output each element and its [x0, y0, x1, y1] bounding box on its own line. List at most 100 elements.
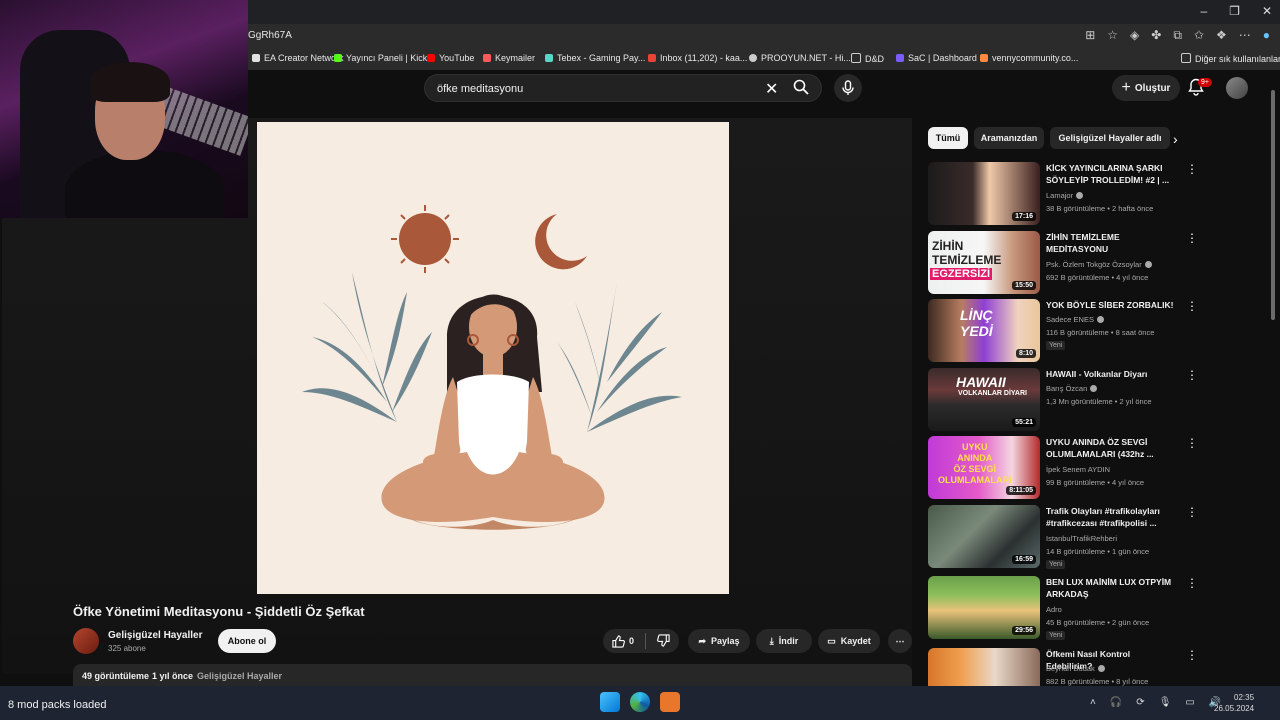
collections-icon[interactable]: ❖ — [1216, 28, 1227, 43]
dislike-button[interactable] — [657, 633, 670, 649]
more-vert-icon[interactable]: ⋮ — [1186, 231, 1198, 245]
rec-thumbnail[interactable]: UYKU ANINDA ÖZ SEVGİ OLUMLAMALARI 8:11:05 — [928, 436, 1040, 499]
more-vert-icon[interactable]: ⋮ — [1186, 299, 1198, 313]
address-text[interactable]: GgRh67A — [248, 30, 292, 41]
more-vert-icon[interactable]: ⋮ — [1186, 162, 1198, 176]
clock[interactable]: 02:35 26.05.2024 — [1214, 692, 1254, 714]
list-item[interactable]: LİNÇ YEDİ 8:10 YOK BÖYLE SİBER ZORBALIK! … — [928, 299, 1268, 363]
rec-title[interactable]: ZİHİN TEMİZLEME MEDİTASYONU — [1046, 231, 1178, 255]
share-button[interactable]: ➦ Paylaş — [688, 629, 750, 653]
bookmark-item[interactable]: Keymailer — [483, 53, 535, 63]
folder-icon — [1181, 53, 1191, 63]
more-icon[interactable]: ⋯ — [1239, 28, 1251, 43]
bookmark-item[interactable]: Yayıncı Paneli | Kick — [334, 53, 427, 63]
chevron-right-icon[interactable]: › — [1173, 131, 1178, 147]
bookmark-label: Keymailer — [495, 53, 536, 63]
rec-title[interactable]: BEN LUX MAİNİM LUX OTPYİM ARKADAŞ — [1046, 576, 1178, 600]
channel-avatar[interactable] — [73, 628, 99, 654]
list-item[interactable]: 16:59 Trafik Olayları #trafikolayları #t… — [928, 505, 1268, 569]
close-icon[interactable]: ✕ — [1262, 4, 1272, 18]
rec-title[interactable]: KİCK YAYINCILARINA ŞARKI SÖYLEYİP TROLLE… — [1046, 162, 1178, 186]
chip-from-search[interactable]: Aramanızdan — [974, 127, 1044, 149]
create-button[interactable]: + Oluştur — [1112, 75, 1180, 101]
search-box[interactable]: ✕ — [424, 74, 822, 102]
rec-thumbnail[interactable]: 29:56 — [928, 576, 1040, 639]
star-icon[interactable]: ☆ — [1107, 28, 1118, 43]
app-icon[interactable]: ⊞ — [1085, 28, 1095, 43]
like-button[interactable]: 0 — [612, 634, 634, 648]
chevron-up-icon[interactable]: ˄ — [1090, 697, 1096, 708]
bookmark-item[interactable]: vennycommunity.co... — [980, 53, 1078, 63]
bookmark-item[interactable]: PROOYUN.NET - Hi... — [749, 53, 851, 63]
save-button[interactable]: ▭ Kaydet — [818, 629, 880, 653]
more-vert-icon[interactable]: ⋮ — [1186, 576, 1198, 590]
rec-thumbnail[interactable]: ZİHİN TEMİZLEME EGZERSİZİ 15:50 — [928, 231, 1040, 294]
more-vert-icon[interactable]: ⋮ — [1186, 368, 1198, 382]
scrollbar[interactable] — [1271, 90, 1275, 320]
subscribe-button[interactable]: Abone ol — [218, 629, 276, 653]
search-input[interactable] — [435, 82, 739, 96]
windows-start-icon[interactable] — [600, 692, 620, 712]
edge-icon[interactable] — [630, 692, 650, 712]
app-icon[interactable] — [660, 692, 680, 712]
bookmark-item[interactable]: SaC | Dashboard — [896, 53, 977, 63]
bookmark-item[interactable]: YouTube — [427, 53, 474, 63]
more-vert-icon[interactable]: ⋮ — [1186, 505, 1198, 519]
extension-icon[interactable]: ◈ — [1130, 28, 1139, 43]
copilot-icon[interactable]: ● — [1263, 28, 1270, 43]
rec-title[interactable]: YOK BÖYLE SİBER ZORBALIK! — [1046, 299, 1178, 311]
clear-icon[interactable]: ✕ — [765, 79, 778, 99]
network-icon[interactable]: ▭ — [1185, 697, 1194, 708]
bookmark-item[interactable]: Tebex - Gaming Pay... — [545, 53, 645, 63]
mic-tray-icon[interactable]: 🎙 — [1159, 697, 1172, 708]
search-icon[interactable] — [793, 79, 809, 99]
like-count: 0 — [628, 636, 634, 646]
list-item[interactable]: ZİHİN TEMİZLEME EGZERSİZİ 15:50 ZİHİN TEM… — [928, 231, 1268, 295]
taskbar: 8 mod packs loaded ˄ 🎧 ⟳ 🎙 ▭ 🔊 02:35 26.… — [0, 686, 1280, 720]
rec-thumbnail[interactable]: 17:16 — [928, 162, 1040, 225]
rec-duration: 29:56 — [1012, 626, 1036, 635]
more-vert-icon[interactable]: ⋮ — [1186, 648, 1198, 662]
other-bookmarks[interactable]: Diğer sık kullanılanlar — [1181, 53, 1280, 64]
mic-button[interactable] — [834, 74, 862, 102]
list-item[interactable]: 17:16 KİCK YAYINCILARINA ŞARKI SÖYLEYİP … — [928, 162, 1268, 226]
maximize-icon[interactable]: ❐ — [1229, 4, 1240, 18]
list-item[interactable]: 29:56 BEN LUX MAİNİM LUX OTPYİM ARKADAŞ … — [928, 576, 1268, 640]
puzzle-icon[interactable]: ✤ — [1151, 28, 1161, 43]
rec-channel-name: Lamajor — [1046, 191, 1074, 200]
sync-icon[interactable]: ⟳ — [1136, 697, 1144, 708]
more-vert-icon[interactable]: ⋮ — [1186, 436, 1198, 450]
more-actions-button[interactable]: ⋯ — [888, 629, 912, 653]
video-player[interactable] — [257, 122, 729, 594]
rec-meta: 1,3 Mn görüntüleme • 2 yıl önce — [1046, 397, 1152, 406]
rec-title[interactable]: UYKU ANINDA ÖZ SEVGİ OLUMLAMALARI (432hz… — [1046, 436, 1178, 460]
list-item[interactable]: UYKU ANINDA ÖZ SEVGİ OLUMLAMALARI 8:11:05 U… — [928, 436, 1268, 500]
download-button[interactable]: ⤓ İndir — [756, 629, 812, 653]
bookmark-item[interactable]: D&D — [851, 53, 884, 64]
tabs-icon[interactable]: ⧉ — [1173, 28, 1182, 43]
window-controls: – ❐ ✕ — [1200, 4, 1272, 18]
verified-icon — [1090, 385, 1098, 392]
description-box[interactable]: 49 görüntüleme 1 yıl önce Gelişigüzel Ha… — [73, 664, 912, 686]
favorites-icon[interactable]: ✩ — [1194, 28, 1204, 43]
channel-name[interactable]: Gelişigüzel Hayaller — [108, 630, 203, 641]
chip-channel[interactable]: Gelişigüzel Hayaller adlı — [1050, 127, 1170, 149]
new-badge: Yeni — [1046, 560, 1066, 569]
list-item[interactable]: Öfkemi Nasıl Kontrol Edebilirim? Beyhan … — [928, 648, 1268, 686]
bookmark-item[interactable]: Inbox (11,202) - kaa... — [648, 53, 747, 63]
rec-thumbnail[interactable]: 16:59 — [928, 505, 1040, 568]
rec-thumbnail[interactable] — [928, 648, 1040, 686]
bookmark-item[interactable]: EA Creator Network — [252, 53, 344, 63]
minimize-icon[interactable]: – — [1200, 4, 1207, 18]
thumbs-down-icon — [657, 633, 670, 647]
rec-title[interactable]: HAWAII - Volkanlar Diyarı — [1046, 368, 1178, 380]
headset-icon[interactable]: 🎧 — [1110, 697, 1122, 708]
avatar[interactable] — [1226, 77, 1248, 99]
keymailer-icon — [483, 54, 491, 62]
rec-thumbnail[interactable]: HAWAII VOLKANLAR DİYARI 55:21 — [928, 368, 1040, 431]
rec-title[interactable]: Trafik Olayları #trafikolayları #trafikc… — [1046, 505, 1178, 529]
rec-thumbnail[interactable]: LİNÇ YEDİ 8:10 — [928, 299, 1040, 362]
list-item[interactable]: HAWAII VOLKANLAR DİYARI 55:21 HAWAII - V… — [928, 368, 1268, 432]
chip-all[interactable]: Tümü — [928, 127, 968, 149]
thumbs-up-icon — [612, 634, 625, 648]
